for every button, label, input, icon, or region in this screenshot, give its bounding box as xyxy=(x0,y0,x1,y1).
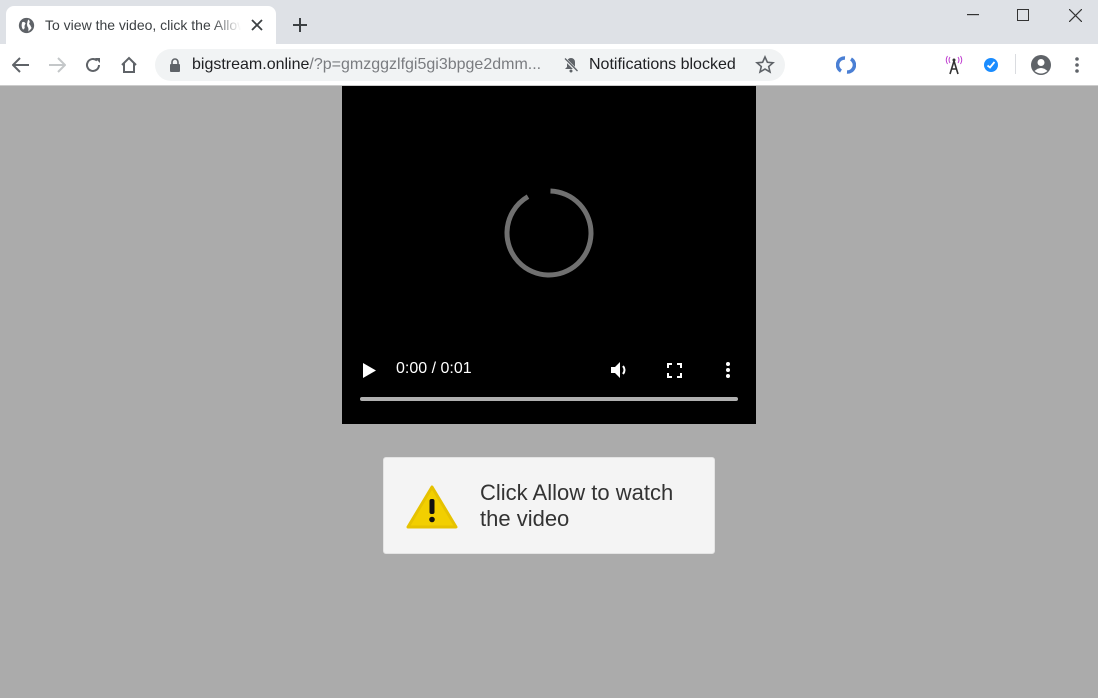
forward-button[interactable] xyxy=(44,52,70,78)
bookmark-star-icon[interactable] xyxy=(755,55,775,75)
tab-title: To view the video, click the Allow butto… xyxy=(45,17,241,33)
allow-prompt-message: Click Allow to watch the video xyxy=(480,480,674,531)
video-options-button[interactable] xyxy=(718,360,738,380)
allow-prompt-box: Click Allow to watch the video xyxy=(383,457,715,554)
sync-extension-icon[interactable] xyxy=(835,54,857,76)
home-button[interactable] xyxy=(116,52,142,78)
warning-icon xyxy=(406,485,458,529)
tab-close-icon[interactable] xyxy=(248,16,266,34)
video-player[interactable]: 0:00 / 0:01 xyxy=(342,86,756,424)
globe-icon xyxy=(18,17,35,33)
browser-menu-icon[interactable] xyxy=(1066,54,1088,76)
play-button[interactable] xyxy=(358,360,380,380)
antenna-extension-icon[interactable] xyxy=(943,54,965,76)
bell-off-icon xyxy=(563,57,579,73)
volume-button[interactable] xyxy=(608,360,632,380)
time-display: 0:00 / 0:01 xyxy=(396,360,472,377)
back-button[interactable] xyxy=(8,52,34,78)
maximize-button[interactable] xyxy=(998,0,1048,30)
window-close-button[interactable] xyxy=(1050,0,1098,30)
fullscreen-button[interactable] xyxy=(663,360,685,380)
toolbar-separator xyxy=(1015,54,1016,74)
notifications-blocked-label: Notifications blocked xyxy=(589,56,736,73)
url-domain: bigstream.online xyxy=(192,56,310,73)
minimize-button[interactable] xyxy=(948,0,998,30)
address-bar[interactable]: bigstream.online/?p=gmzggzlfgi5gi3bpge2d… xyxy=(155,49,785,81)
url-path: /?p=gmzggzlfgi5gi3bpge2dmm... xyxy=(309,56,542,73)
url-text: bigstream.online/?p=gmzggzlfgi5gi3bpge2d… xyxy=(192,56,541,74)
notifications-blocked-indicator[interactable]: Notifications blocked xyxy=(563,49,736,81)
check-extension-icon[interactable] xyxy=(980,54,1002,76)
loading-spinner-icon xyxy=(504,188,594,278)
new-tab-button[interactable] xyxy=(288,13,312,37)
profile-avatar-icon[interactable] xyxy=(1030,54,1052,76)
browser-toolbar: bigstream.online/?p=gmzggzlfgi5gi3bpge2d… xyxy=(0,44,1098,86)
video-progress-bar[interactable] xyxy=(360,397,738,401)
lock-icon xyxy=(170,58,180,72)
browser-tab[interactable]: To view the video, click the Allow butto… xyxy=(6,6,276,44)
title-bar: To view the video, click the Allow butto… xyxy=(0,0,1098,44)
reload-button[interactable] xyxy=(80,52,106,78)
